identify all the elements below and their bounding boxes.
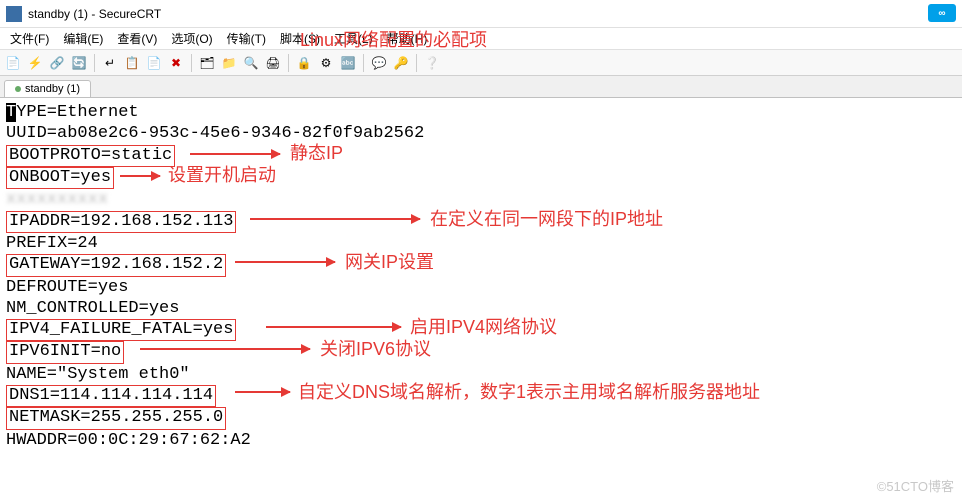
- cloud-badge-icon: ∞: [928, 4, 956, 22]
- chat-icon[interactable]: 💬: [370, 54, 388, 72]
- tab-bar: standby (1): [0, 76, 962, 98]
- terminal-line: ONBOOT=yes: [6, 167, 956, 189]
- config-dns1: DNS1=114.114.114.114: [6, 385, 216, 407]
- config-gateway: GATEWAY=192.168.152.2: [6, 254, 226, 276]
- menu-options[interactable]: 选项(O): [165, 28, 218, 49]
- print-icon[interactable]: 🖨: [264, 54, 282, 72]
- menu-transfer[interactable]: 传输(T): [221, 28, 272, 49]
- toolbar-separator: [191, 54, 192, 72]
- terminal-line: UUID=ab08e2c6-953c-45e6-9346-82f0f9ab256…: [6, 123, 956, 144]
- terminal-line: HWADDR=00:0C:29:67:62:A2: [6, 430, 956, 451]
- terminal-line: GATEWAY=192.168.152.2: [6, 254, 956, 276]
- key-icon[interactable]: 🔑: [392, 54, 410, 72]
- keyword-icon[interactable]: 🔤: [339, 54, 357, 72]
- copy-icon[interactable]: 📋: [123, 54, 141, 72]
- arrow: [235, 261, 335, 263]
- config-ipv6init: IPV6INIT=no: [6, 341, 124, 363]
- reconnect-icon[interactable]: 🔄: [70, 54, 88, 72]
- arrow: [250, 218, 420, 220]
- terminal-line: BOOTPROTO=static: [6, 145, 956, 167]
- toolbar-separator: [288, 54, 289, 72]
- terminal-line: DEFROUTE=yes: [6, 277, 956, 298]
- arrow: [140, 348, 310, 350]
- toolbar: 📄 ⚡ 🔗 🔄 ↵ 📋 📄 ✖ 🗂 📁 🔍 🖨 🔒 ⚙ 🔤 💬 🔑 ❔: [0, 50, 962, 76]
- folder-icon[interactable]: 📁: [220, 54, 238, 72]
- config-netmask: NETMASK=255.255.255.0: [6, 407, 226, 429]
- annotation-static-ip: 静态IP: [290, 142, 343, 165]
- help-icon[interactable]: ❔: [423, 54, 441, 72]
- session-mgr-icon[interactable]: 🗂: [198, 54, 216, 72]
- session-tab[interactable]: standby (1): [4, 80, 91, 97]
- cursor-highlight: T: [6, 103, 16, 122]
- toolbar-separator: [94, 54, 95, 72]
- config-ipv4fail: IPV4_FAILURE_FATAL=yes: [6, 319, 236, 341]
- tab-label: standby (1): [25, 83, 80, 95]
- arrow: [266, 326, 401, 328]
- terminal-area[interactable]: TYPE=Ethernet UUID=ab08e2c6-953c-45e6-93…: [0, 98, 962, 455]
- config-ipaddr: IPADDR=192.168.152.113: [6, 211, 236, 233]
- find-icon[interactable]: 🔍: [242, 54, 260, 72]
- annotation-gateway: 网关IP设置: [345, 251, 434, 274]
- app-icon: [6, 6, 22, 22]
- arrow: [235, 391, 290, 393]
- paste-icon[interactable]: 📄: [145, 54, 163, 72]
- enter-icon[interactable]: ↵: [101, 54, 119, 72]
- title-bar: standby (1) - SecureCRT: [0, 0, 962, 28]
- menu-view[interactable]: 查看(V): [111, 28, 163, 49]
- menu-file[interactable]: 文件(F): [4, 28, 55, 49]
- lock-icon[interactable]: 🔒: [295, 54, 313, 72]
- annotation-ipv6: 关闭IPV6协议: [320, 338, 431, 361]
- quick-connect-icon[interactable]: 🔗: [48, 54, 66, 72]
- arrow: [120, 175, 160, 177]
- toolbar-separator: [363, 54, 364, 72]
- connect-icon[interactable]: ⚡: [26, 54, 44, 72]
- annotation-ipaddr: 在定义在同一网段下的IP地址: [430, 208, 663, 231]
- toolbar-separator: [416, 54, 417, 72]
- terminal-line: NETMASK=255.255.255.0: [6, 407, 956, 429]
- terminal-line: TYPE=Ethernet: [6, 102, 956, 123]
- cancel-icon[interactable]: ✖: [167, 54, 185, 72]
- annotation-onboot: 设置开机启动: [168, 164, 276, 187]
- config-bootproto: BOOTPROTO=static: [6, 145, 175, 167]
- annotation-ipv4: 启用IPV4网络协议: [410, 316, 557, 339]
- annotation-title: Linux网络配置的必配项: [300, 26, 487, 52]
- new-session-icon[interactable]: 📄: [4, 54, 22, 72]
- annotation-dns: 自定义DNS域名解析，数字1表示主用域名解析服务器地址: [298, 381, 760, 404]
- tab-status-icon: [15, 86, 21, 92]
- arrow: [190, 153, 280, 155]
- menu-edit[interactable]: 编辑(E): [57, 28, 109, 49]
- terminal-line: IPV6INIT=no: [6, 341, 956, 363]
- terminal-line: PREFIX=24: [6, 233, 956, 254]
- options-icon[interactable]: ⚙: [317, 54, 335, 72]
- config-onboot: ONBOOT=yes: [6, 167, 114, 189]
- window-title: standby (1) - SecureCRT: [28, 7, 161, 21]
- watermark: ©51CTO博客: [877, 476, 954, 495]
